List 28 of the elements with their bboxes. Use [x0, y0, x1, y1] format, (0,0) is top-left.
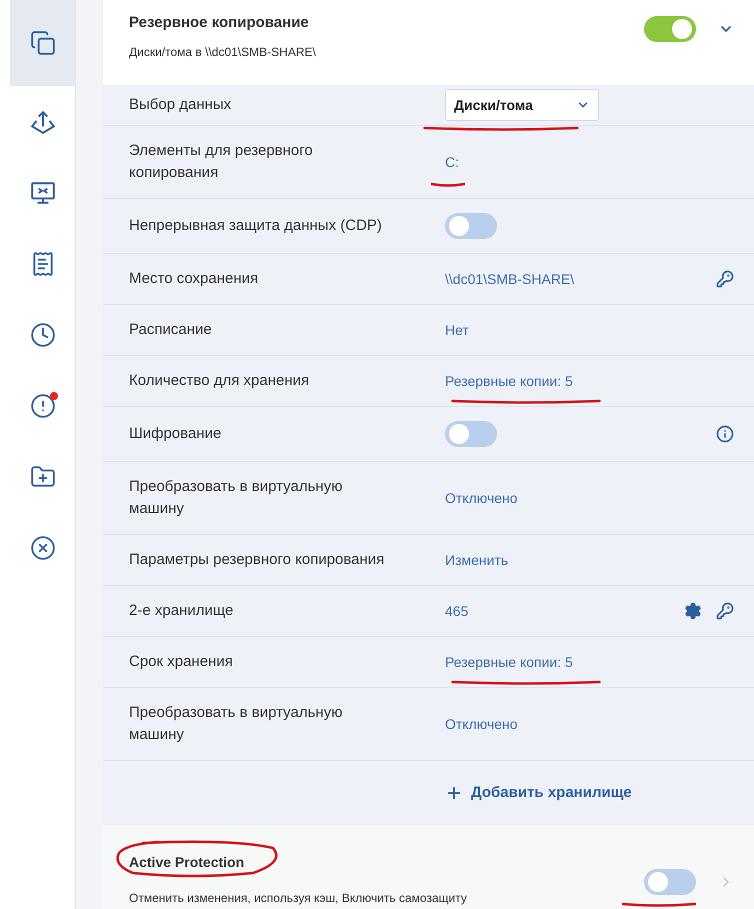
setting-link[interactable]: \\dc01\SMB-SHARE\	[445, 268, 574, 290]
setting-label: Место сохранения	[129, 269, 260, 289]
section-title: Active Protection	[129, 854, 244, 870]
setting-link[interactable]: Резервные копии: 5	[445, 370, 573, 392]
setting-label: Срок хранения	[129, 652, 234, 672]
setting-link[interactable]: Нет	[445, 320, 469, 340]
section-subtitle: Диски/тома в \\dc01\SMB-SHARE\	[129, 44, 317, 60]
setting-link[interactable]: Отключено	[445, 488, 518, 508]
setting-label: Непрерывная защита данных (CDP)	[129, 216, 383, 236]
section-subtitle: Отменить изменения, используя кэш, Включить самозащиту	[129, 890, 468, 907]
setting-label: Преобразовать в виртуальную машину	[129, 477, 344, 519]
setting-label: Количество для хранения	[129, 371, 310, 391]
setting-label: Параметры резервного копирования	[129, 550, 386, 570]
data-select[interactable]: Диски/тома	[445, 89, 598, 121]
setting-link[interactable]: Изменить	[445, 550, 508, 570]
setting-label: Преобразовать в виртуальную машину	[129, 703, 344, 745]
setting-label: Элементы для резервного копирования	[129, 141, 314, 183]
setting-label: Шифрование	[129, 424, 222, 444]
setting-label: 2-е хранилище	[129, 601, 234, 621]
setting-link[interactable]: Резервные копии: 5	[445, 652, 573, 672]
add-storage-button[interactable]: Добавить хранилище	[445, 782, 632, 804]
setting-link[interactable]: Отключено	[445, 714, 518, 734]
section-title: Резервное копирование	[129, 13, 310, 33]
setting-link[interactable]: 465	[445, 600, 468, 622]
setting-label: Выбор данных	[129, 95, 232, 115]
setting-label: Расписание	[129, 320, 213, 340]
select-value: Диски/тома	[454, 96, 533, 115]
setting-link[interactable]: C:	[445, 152, 459, 172]
